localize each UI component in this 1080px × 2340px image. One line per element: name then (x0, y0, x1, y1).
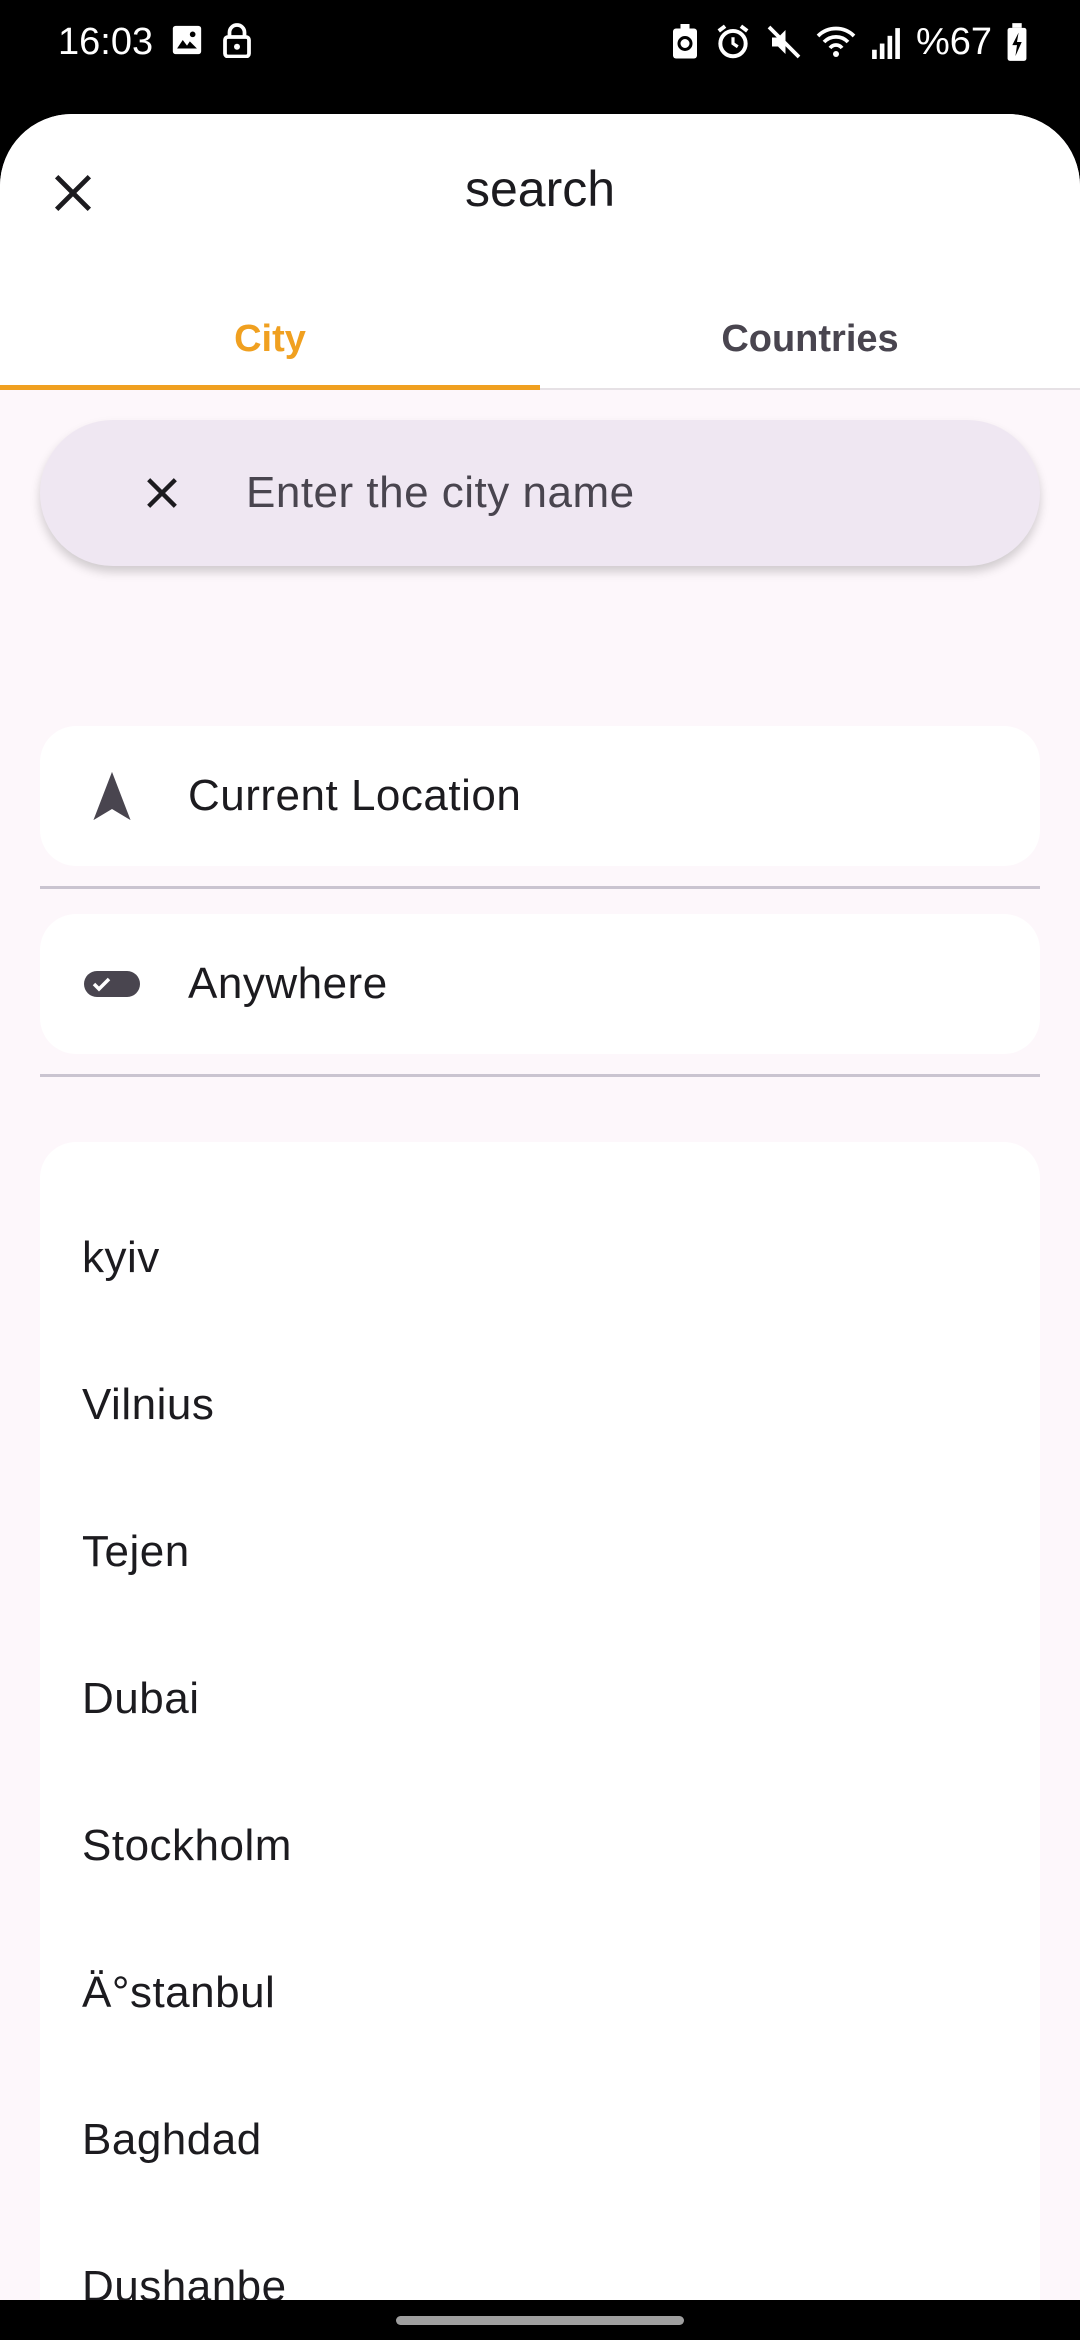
signal-icon (870, 25, 902, 59)
battery-charging-icon (1006, 23, 1028, 61)
city-item[interactable]: Dushanbe (40, 2213, 1040, 2301)
wifi-icon (816, 24, 856, 60)
city-item[interactable]: kyiv (40, 1184, 1040, 1331)
city-item[interactable]: Stockholm (40, 1772, 1040, 1919)
divider (40, 1074, 1040, 1077)
home-gesture-handle[interactable] (396, 2316, 684, 2325)
status-left-icons (170, 22, 252, 63)
anywhere-label: Anywhere (188, 959, 388, 1008)
anywhere-option[interactable]: Anywhere (40, 914, 1040, 1054)
city-item[interactable]: Vilnius (40, 1331, 1040, 1478)
search-sheet: search City Countries Current Location A… (0, 114, 1080, 2300)
divider (40, 886, 1040, 889)
navigation-arrow-icon (82, 766, 142, 826)
alarm-icon (714, 23, 752, 61)
tab-bar: City Countries (0, 290, 1080, 390)
city-item[interactable]: Ä°stanbul (40, 1919, 1040, 2066)
tab-city[interactable]: City (0, 290, 540, 390)
close-icon (147, 478, 177, 508)
city-search-input[interactable] (246, 468, 1006, 518)
navigation-bar (0, 2300, 1080, 2340)
status-time: 16:03 (58, 21, 154, 63)
image-icon (170, 23, 204, 62)
city-item[interactable]: Dubai (40, 1625, 1040, 1772)
toggle-icon (82, 954, 142, 1014)
sheet-header: search City Countries (0, 114, 1080, 390)
data-saver-icon (670, 24, 700, 60)
lock-icon (222, 22, 252, 63)
sheet-title: search (464, 161, 616, 217)
search-bar (40, 420, 1040, 566)
city-item[interactable]: Baghdad (40, 2066, 1040, 2213)
current-location-option[interactable]: Current Location (40, 726, 1040, 866)
current-location-label: Current Location (188, 771, 522, 820)
tab-countries[interactable]: Countries (540, 290, 1080, 388)
battery-label: %67 (915, 21, 992, 63)
mute-icon (766, 24, 802, 60)
status-bar: 16:03 %67 (0, 0, 1080, 112)
status-right: %67 (670, 18, 1028, 66)
clear-search-button[interactable] (126, 457, 198, 529)
city-list: kyiv Vilnius Tejen Dubai Stockholm Ä°sta… (40, 1142, 1040, 2300)
city-item[interactable]: Tejen (40, 1478, 1040, 1625)
